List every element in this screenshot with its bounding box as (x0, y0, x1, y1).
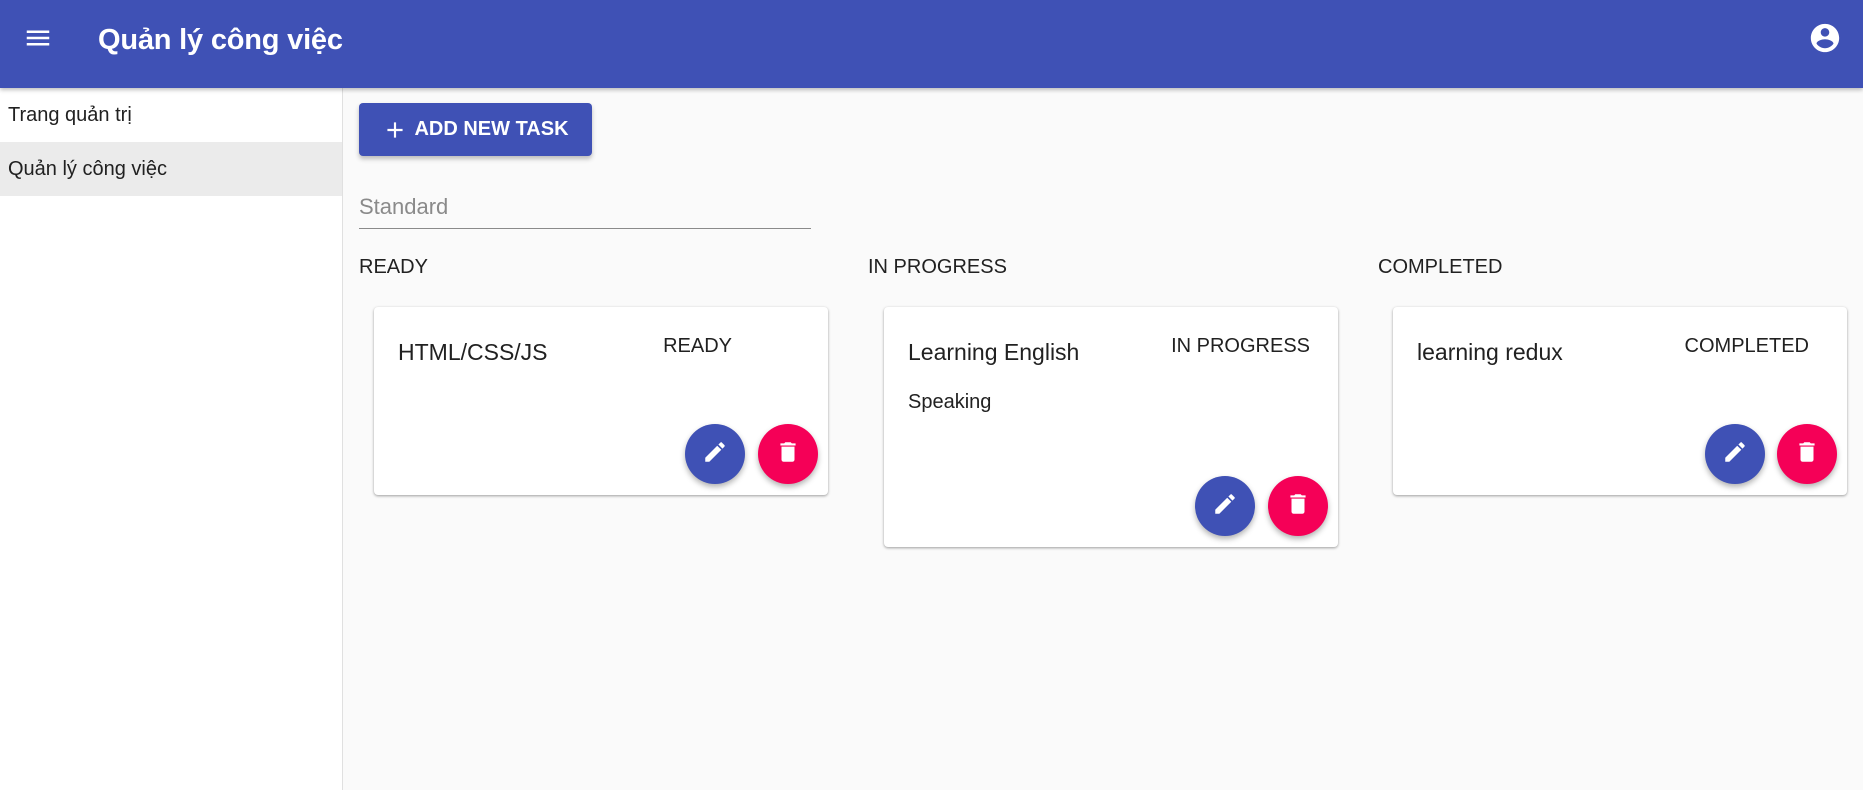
edit-task-button[interactable] (1705, 424, 1765, 484)
add-new-task-label: ADD NEW TASK (414, 118, 569, 140)
account-button[interactable] (1801, 16, 1849, 64)
sidebar: Trang quản trị Quản lý công việc (0, 88, 343, 790)
pencil-icon (1212, 491, 1238, 522)
trash-icon (775, 439, 801, 470)
task-description: Speaking (908, 391, 992, 413)
delete-task-button[interactable] (758, 424, 818, 484)
menu-button[interactable] (14, 16, 62, 64)
delete-task-button[interactable] (1777, 424, 1837, 484)
column-header-ready: READY (359, 256, 428, 278)
task-title: learning redux (1417, 339, 1563, 365)
add-new-task-button[interactable]: ADD NEW TASK (359, 103, 592, 156)
filter-field (359, 186, 811, 229)
menu-icon (23, 23, 53, 58)
pencil-icon (1722, 439, 1748, 470)
task-card: learning redux COMPLETED (1393, 307, 1847, 495)
task-card: Learning English IN PROGRESS Speaking (884, 307, 1338, 547)
task-status: READY (663, 335, 732, 357)
task-status: COMPLETED (1684, 335, 1809, 357)
plus-icon (382, 117, 408, 143)
task-status: IN PROGRESS (1171, 335, 1310, 357)
task-card: HTML/CSS/JS READY (374, 307, 828, 495)
sidebar-item-label: Trang quản trị (8, 104, 132, 126)
trash-icon (1285, 491, 1311, 522)
sidebar-item-label: Quản lý công việc (8, 158, 167, 180)
task-title: HTML/CSS/JS (398, 339, 548, 365)
column-header-completed: COMPLETED (1378, 256, 1503, 278)
app-bar: Quản lý công việc (0, 0, 1863, 88)
task-title: Learning English (908, 339, 1080, 365)
filter-input[interactable] (359, 186, 811, 222)
edit-task-button[interactable] (1195, 476, 1255, 536)
pencil-icon (702, 439, 728, 470)
account-circle-icon (1808, 21, 1842, 60)
trash-icon (1794, 439, 1820, 470)
app-title: Quản lý công việc (98, 24, 343, 56)
column-header-in-progress: IN PROGRESS (868, 256, 1007, 278)
edit-task-button[interactable] (685, 424, 745, 484)
delete-task-button[interactable] (1268, 476, 1328, 536)
sidebar-item-admin[interactable]: Trang quản trị (0, 88, 342, 142)
sidebar-item-task-management[interactable]: Quản lý công việc (0, 142, 342, 196)
